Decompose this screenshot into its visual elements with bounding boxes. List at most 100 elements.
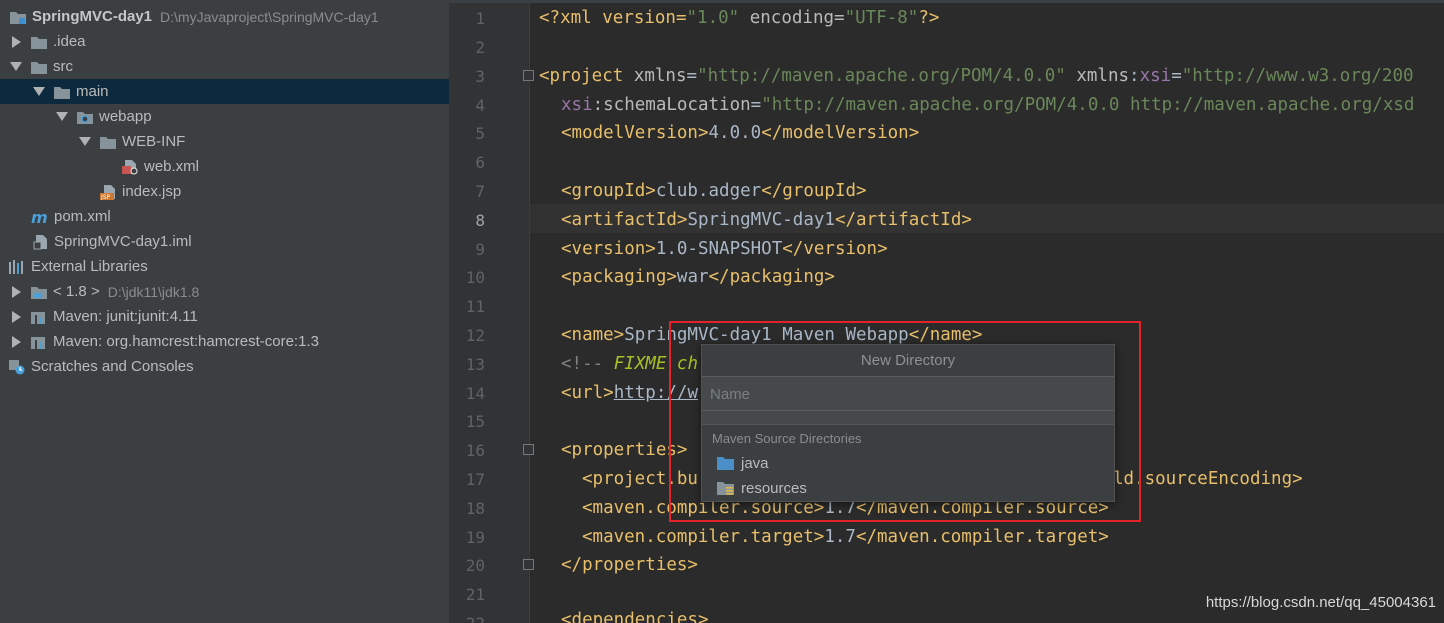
code-line-7: <groupId>club.adger</groupId> xyxy=(561,177,867,206)
library-icon xyxy=(30,309,48,325)
fold-marker-icon[interactable] xyxy=(523,559,534,570)
tree-item-jdk[interactable]: < 1.8 > D:\jdk11\jdk1.8 xyxy=(0,279,449,304)
code-token: war xyxy=(676,267,709,287)
fold-marker-icon[interactable] xyxy=(523,70,534,81)
tree-item-label: webapp xyxy=(99,108,152,125)
collapse-arrow-icon[interactable] xyxy=(79,137,91,146)
tree-item-project-root[interactable]: SpringMVC-day1 D:\myJavaproject\SpringMV… xyxy=(0,4,449,29)
directory-name-field[interactable] xyxy=(702,376,1114,411)
code-token: SpringMVC-day1 xyxy=(687,210,835,230)
tree-item-label: External Libraries xyxy=(31,258,148,275)
code-token: <url> xyxy=(561,383,614,403)
tree-item-idea[interactable]: .idea xyxy=(0,29,449,54)
line-number: 14 xyxy=(465,384,485,403)
popup-divider xyxy=(702,411,1114,425)
code-editor[interactable]: 1 2 3 4 5 6 7 8 9 10 11 12 13 14 15 16 1… xyxy=(449,0,1444,623)
line-number: 9 xyxy=(475,240,485,259)
expand-arrow-icon[interactable] xyxy=(12,335,21,348)
folder-icon xyxy=(30,34,48,50)
line-number: 18 xyxy=(465,499,485,518)
tree-item-hamcrest[interactable]: Maven: org.hamcrest:hamcrest-core:1.3 xyxy=(0,329,449,354)
code-line-10: <packaging>war</packaging> xyxy=(561,263,835,292)
line-number: 11 xyxy=(465,297,485,316)
tree-item-main[interactable]: main xyxy=(0,79,449,104)
code-token: ld.sourceEncoding> xyxy=(1113,469,1303,489)
source-folder-icon xyxy=(716,455,736,471)
directory-name-input[interactable] xyxy=(710,382,1106,406)
code-token: <dependencies> xyxy=(561,610,709,623)
code-token: 1.7 xyxy=(824,527,856,547)
code-token: </artifactId> xyxy=(834,210,972,230)
code-token: <packaging> xyxy=(561,267,677,287)
code-token: : xyxy=(1129,66,1140,86)
expand-arrow-icon[interactable] xyxy=(12,310,21,323)
code-token: "http://maven.apache.org/POM/4.0.0 http:… xyxy=(761,95,1415,115)
tree-item-iml[interactable]: SpringMVC-day1.iml xyxy=(0,229,449,254)
jsp-file-icon: JSP xyxy=(99,184,117,200)
code-token: </name> xyxy=(908,325,983,345)
tree-item-src[interactable]: src xyxy=(0,54,449,79)
tree-item-external-libraries[interactable]: External Libraries xyxy=(0,254,449,279)
tree-item-label: < 1.8 > xyxy=(53,283,100,300)
line-number: 20 xyxy=(465,556,485,575)
collapse-arrow-icon[interactable] xyxy=(10,62,22,71)
code-token: xsi xyxy=(561,95,593,115)
expand-arrow-icon[interactable] xyxy=(12,35,21,48)
code-line-17-tail: ld.sourceEncoding> xyxy=(1113,465,1303,494)
tree-item-label: Maven: junit:junit:4.11 xyxy=(53,308,198,325)
project-tree-panel: SpringMVC-day1 D:\myJavaproject\SpringMV… xyxy=(0,0,449,623)
fold-marker-icon[interactable] xyxy=(523,444,534,455)
tree-item-label: Maven: org.hamcrest:hamcrest-core:1.3 xyxy=(53,333,319,350)
code-line-5: <modelVersion>4.0.0</modelVersion> xyxy=(561,119,919,148)
tree-item-label: WEB-INF xyxy=(122,133,186,150)
line-number: 7 xyxy=(475,182,485,201)
module-file-icon xyxy=(31,234,49,250)
tree-item-web-xml[interactable]: web.xml xyxy=(0,154,449,179)
collapse-arrow-icon[interactable] xyxy=(56,112,68,121)
tree-item-junit[interactable]: Maven: junit:junit:4.11 xyxy=(0,304,449,329)
code-line-20: </properties> xyxy=(561,551,698,580)
collapse-arrow-icon[interactable] xyxy=(33,87,45,96)
folder-icon xyxy=(53,84,71,100)
code-token: = xyxy=(686,66,698,86)
suggestion-label: resources xyxy=(741,479,807,497)
code-link[interactable]: http://w xyxy=(614,383,698,403)
tree-item-label: Scratches and Consoles xyxy=(31,358,194,375)
code-token: <name> xyxy=(561,325,625,345)
scratches-icon xyxy=(8,359,26,375)
suggestion-java[interactable]: java xyxy=(716,451,769,475)
code-token: :schemaLocation xyxy=(592,95,751,115)
code-token: <project.bu xyxy=(582,469,698,489)
tree-item-label: pom.xml xyxy=(54,208,111,225)
jdk-folder-icon xyxy=(30,284,48,300)
tree-item-web-inf[interactable]: WEB-INF xyxy=(0,129,449,154)
tree-item-label: SpringMVC-day1 xyxy=(32,8,153,25)
tree-item-index-jsp[interactable]: JSP index.jsp xyxy=(0,179,449,204)
code-token: "1.0" xyxy=(686,8,740,28)
code-token: <version> xyxy=(561,239,656,259)
expand-arrow-icon[interactable] xyxy=(12,285,21,298)
module-folder-icon xyxy=(9,9,27,25)
tree-item-scratches[interactable]: Scratches and Consoles xyxy=(0,354,449,379)
tree-item-pom-xml[interactable]: m pom.xml xyxy=(0,204,449,229)
code-token: </properties> xyxy=(561,555,698,575)
code-token: = xyxy=(1171,66,1182,86)
line-number: 1 xyxy=(475,9,485,28)
code-token: 4.0.0 xyxy=(708,123,762,143)
tree-item-path: D:\myJavaproject\SpringMVC-day1 xyxy=(160,8,379,25)
code-token: 1.0-SNAPSHOT xyxy=(655,239,783,259)
gutter-divider xyxy=(529,0,530,623)
code-token: "http://www.w3.org/200 xyxy=(1181,66,1414,86)
line-number: 22 xyxy=(449,609,485,623)
suggestion-resources[interactable]: resources xyxy=(716,476,807,500)
editor-top-border xyxy=(449,0,1444,3)
code-line-1: <?xml version="1.0" encoding="UTF-8"?> xyxy=(539,4,939,33)
folder-icon xyxy=(99,134,117,150)
popup-title: New Directory xyxy=(702,345,1114,376)
line-number: 5 xyxy=(475,124,485,143)
code-line-19: <maven.compiler.target>1.7</maven.compil… xyxy=(582,523,1109,552)
library-icon xyxy=(8,259,26,275)
tree-item-webapp[interactable]: webapp xyxy=(0,104,449,129)
line-number: 10 xyxy=(465,268,485,287)
code-token: club.adger xyxy=(655,181,762,201)
